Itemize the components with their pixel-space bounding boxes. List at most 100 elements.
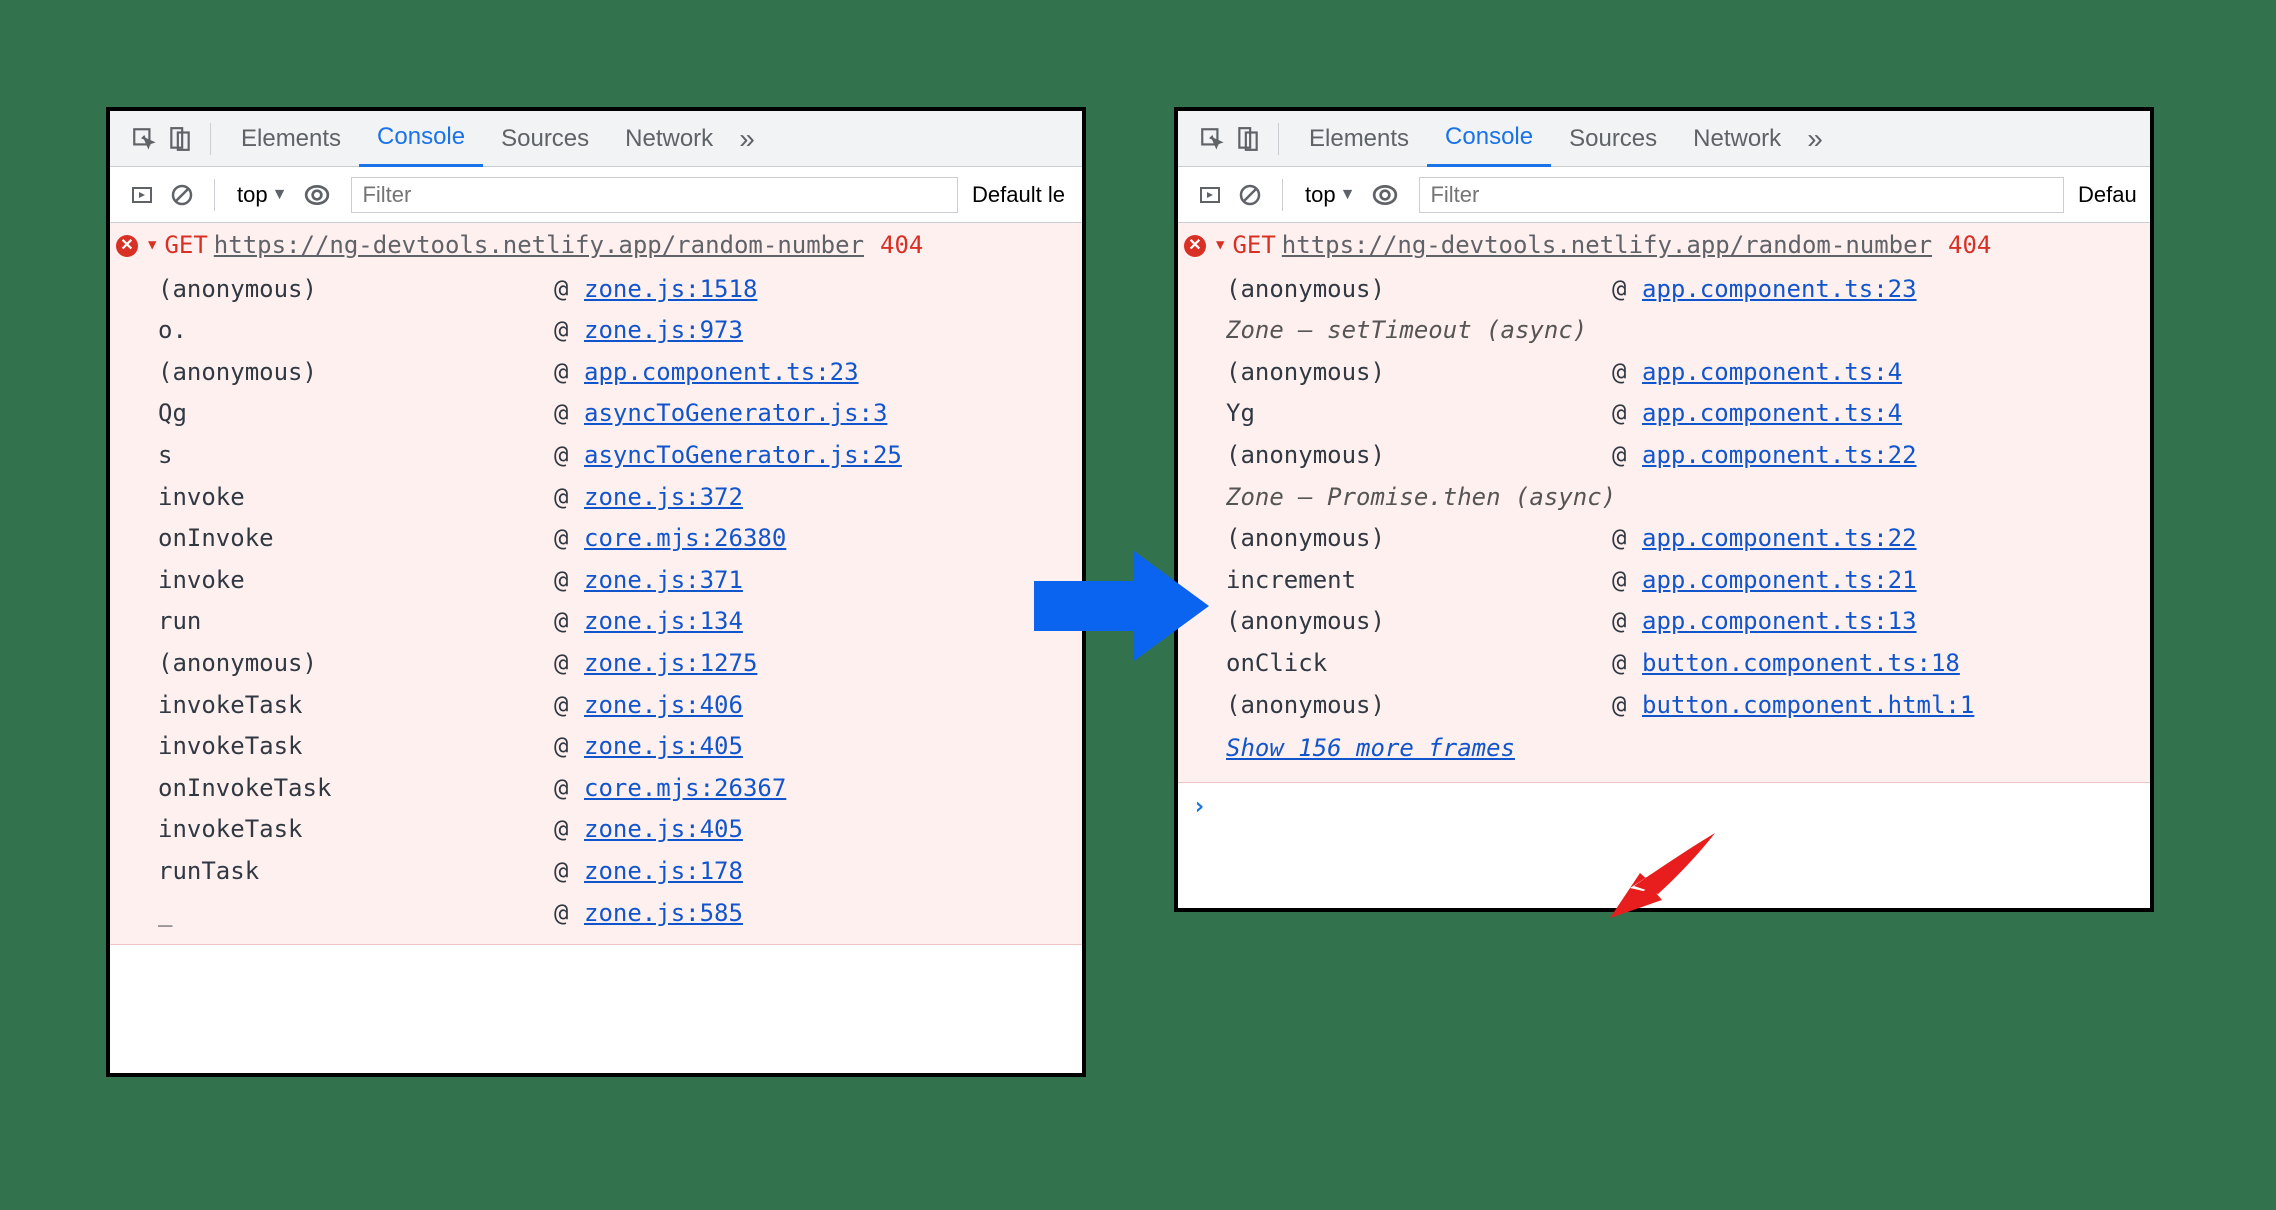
- tab-sources[interactable]: Sources: [483, 111, 607, 167]
- frame-location[interactable]: zone.js:405: [584, 730, 1072, 764]
- show-more-frames-link[interactable]: Show 156 more frames: [1226, 726, 1515, 772]
- frame-location[interactable]: app.component.ts:4: [1642, 397, 2140, 431]
- log-level-selector[interactable]: Defau: [2078, 182, 2150, 208]
- stack-frame: increment@app.component.ts:21: [1226, 560, 2140, 602]
- frame-location[interactable]: app.component.ts:22: [1642, 522, 2140, 556]
- frame-function: (anonymous): [1226, 605, 1606, 639]
- device-icon[interactable]: [162, 121, 198, 157]
- frame-at: @: [1612, 273, 1636, 307]
- filter-input[interactable]: [1419, 177, 2064, 213]
- context-selector[interactable]: top: [1305, 182, 1336, 208]
- frame-location[interactable]: button.component.ts:18: [1642, 647, 2140, 681]
- frame-location[interactable]: asyncToGenerator.js:3: [584, 397, 1072, 431]
- frame-location[interactable]: app.component.ts:23: [584, 356, 1072, 390]
- error-header[interactable]: ✕ ▼ GET https://ng-devtools.netlify.app/…: [1178, 223, 2150, 269]
- tab-bar: Elements Console Sources Network »: [1178, 111, 2150, 167]
- inspect-icon[interactable]: [126, 121, 162, 157]
- frame-function: invokeTask: [158, 813, 548, 847]
- stack-frame: invokeTask@zone.js:405: [158, 809, 1072, 851]
- http-method: GET: [164, 229, 207, 263]
- stack-frame: o.@zone.js:973: [158, 310, 1072, 352]
- sidebar-toggle-icon[interactable]: [122, 175, 162, 215]
- frame-function: invokeTask: [158, 689, 548, 723]
- tab-console[interactable]: Console: [1427, 111, 1551, 167]
- frame-location[interactable]: zone.js:371: [584, 564, 1072, 598]
- filter-input[interactable]: [351, 177, 958, 213]
- tabs-overflow-icon[interactable]: »: [731, 123, 763, 155]
- stack-frame: (anonymous)@app.component.ts:4: [1226, 352, 2140, 394]
- frame-at: @: [554, 522, 578, 556]
- async-zone-label: Zone — Promise.then (async): [1226, 477, 2140, 519]
- frame-location[interactable]: zone.js:585: [584, 897, 1072, 931]
- frame-location[interactable]: app.component.ts:4: [1642, 356, 2140, 390]
- divider: [1282, 179, 1283, 211]
- clear-console-icon[interactable]: [162, 175, 202, 215]
- frame-at: @: [554, 356, 578, 390]
- context-selector[interactable]: top: [237, 182, 268, 208]
- annotation-arrow-icon: [1610, 828, 1720, 918]
- frame-location[interactable]: zone.js:405: [584, 813, 1072, 847]
- divider: [1278, 123, 1279, 155]
- stack-frame: (anonymous)@app.component.ts:23: [158, 352, 1072, 394]
- stack-frame: onClick@button.component.ts:18: [1226, 643, 2140, 685]
- frame-function: (anonymous): [158, 647, 548, 681]
- frame-location[interactable]: zone.js:406: [584, 689, 1072, 723]
- frame-at: @: [554, 813, 578, 847]
- tab-console[interactable]: Console: [359, 111, 483, 167]
- expand-triangle-icon[interactable]: ▼: [144, 236, 158, 256]
- tab-elements[interactable]: Elements: [223, 111, 359, 167]
- frame-location[interactable]: zone.js:1275: [584, 647, 1072, 681]
- tab-elements[interactable]: Elements: [1291, 111, 1427, 167]
- tab-bar: Elements Console Sources Network »: [110, 111, 1082, 167]
- chevron-down-icon[interactable]: ▼: [1340, 186, 1356, 204]
- log-level-selector[interactable]: Default le: [972, 182, 1082, 208]
- devtools-panel-after: Elements Console Sources Network » top ▼…: [1174, 107, 2154, 912]
- frame-location[interactable]: zone.js:134: [584, 605, 1072, 639]
- stack-trace: (anonymous)@zone.js:1518o.@zone.js:973(a…: [110, 269, 1082, 945]
- frame-location[interactable]: app.component.ts:21: [1642, 564, 2140, 598]
- frame-function: onInvoke: [158, 522, 548, 556]
- live-expression-icon[interactable]: [1365, 175, 1405, 215]
- console-prompt[interactable]: ›: [1178, 783, 2150, 829]
- frame-function: (anonymous): [1226, 356, 1606, 390]
- error-icon: ✕: [1184, 235, 1206, 257]
- frame-location[interactable]: zone.js:372: [584, 481, 1072, 515]
- chevron-down-icon[interactable]: ▼: [272, 186, 288, 204]
- stack-frame: run@zone.js:134: [158, 601, 1072, 643]
- frame-location[interactable]: app.component.ts:13: [1642, 605, 2140, 639]
- tab-network[interactable]: Network: [1675, 111, 1799, 167]
- stack-frame: invokeTask@zone.js:406: [158, 685, 1072, 727]
- frame-function: (anonymous): [158, 356, 548, 390]
- frame-location[interactable]: app.component.ts:22: [1642, 439, 2140, 473]
- live-expression-icon[interactable]: [297, 175, 337, 215]
- request-url[interactable]: https://ng-devtools.netlify.app/random-n…: [214, 229, 864, 263]
- expand-triangle-icon[interactable]: ▼: [1212, 236, 1226, 256]
- stack-frame: (anonymous)@zone.js:1275: [158, 643, 1072, 685]
- tab-network[interactable]: Network: [607, 111, 731, 167]
- frame-location[interactable]: asyncToGenerator.js:25: [584, 439, 1072, 473]
- frame-function: (anonymous): [158, 273, 548, 307]
- frame-location[interactable]: core.mjs:26380: [584, 522, 1072, 556]
- frame-location[interactable]: zone.js:973: [584, 314, 1072, 348]
- frame-location[interactable]: zone.js:1518: [584, 273, 1072, 307]
- frame-at: @: [554, 689, 578, 723]
- frame-function: (anonymous): [1226, 689, 1606, 723]
- devtools-panel-before: Elements Console Sources Network » top ▼…: [106, 107, 1086, 1077]
- request-url[interactable]: https://ng-devtools.netlify.app/random-n…: [1282, 229, 1932, 263]
- http-status: 404: [880, 229, 923, 263]
- frame-function: onInvokeTask: [158, 772, 548, 806]
- clear-console-icon[interactable]: [1230, 175, 1270, 215]
- device-icon[interactable]: [1230, 121, 1266, 157]
- frame-location[interactable]: zone.js:178: [584, 855, 1072, 889]
- inspect-icon[interactable]: [1194, 121, 1230, 157]
- tabs-overflow-icon[interactable]: »: [1799, 123, 1831, 155]
- stack-frame: invoke@zone.js:372: [158, 477, 1072, 519]
- stack-frame: Qg@asyncToGenerator.js:3: [158, 393, 1072, 435]
- sidebar-toggle-icon[interactable]: [1190, 175, 1230, 215]
- frame-location[interactable]: core.mjs:26367: [584, 772, 1072, 806]
- frame-location[interactable]: button.component.html:1: [1642, 689, 2140, 723]
- error-header[interactable]: ✕ ▼ GET https://ng-devtools.netlify.app/…: [110, 223, 1082, 269]
- frame-location[interactable]: app.component.ts:23: [1642, 273, 2140, 307]
- console-messages: ✕ ▼ GET https://ng-devtools.netlify.app/…: [1178, 223, 2150, 783]
- tab-sources[interactable]: Sources: [1551, 111, 1675, 167]
